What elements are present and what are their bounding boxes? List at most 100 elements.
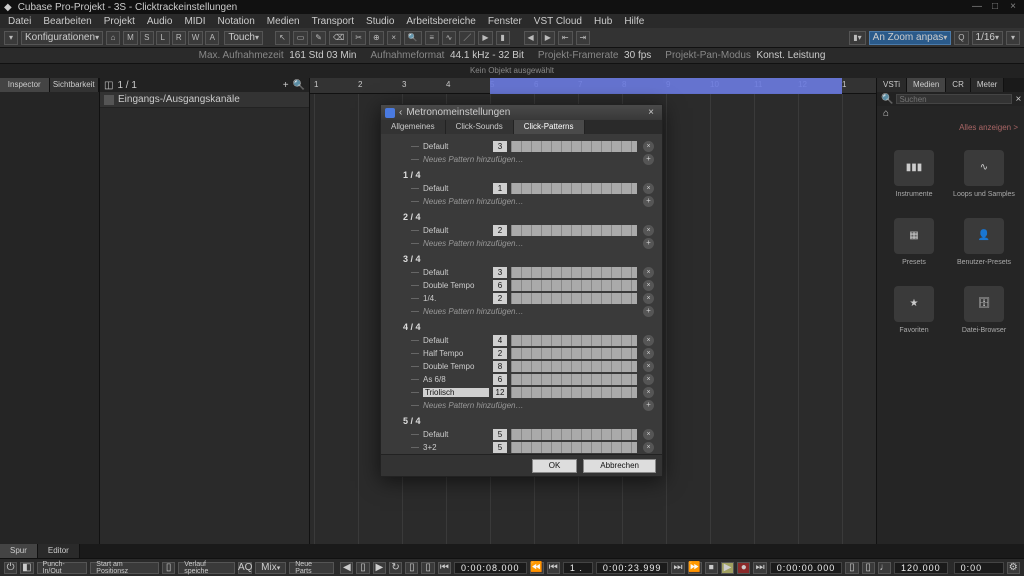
home-icon[interactable]: ⌂ xyxy=(106,31,120,45)
pattern-name[interactable]: 1/4. xyxy=(423,294,489,303)
pattern-count[interactable]: 5 xyxy=(493,429,507,440)
pattern-preview[interactable] xyxy=(511,442,637,453)
split-tool[interactable]: ✂ xyxy=(351,31,366,45)
menu-vst cloud[interactable]: VST Cloud xyxy=(528,16,588,27)
history-toggle[interactable]: ▾ xyxy=(4,31,18,45)
tab-inspector[interactable]: Inspector xyxy=(0,78,50,92)
add-pattern-row[interactable]: Neues Pattern hinzufügen…+ xyxy=(411,153,654,166)
zoom-preset[interactable]: An Zoom anpas▾ xyxy=(869,31,952,45)
glue-tool[interactable]: ⊕ xyxy=(369,31,384,45)
media-search-input[interactable] xyxy=(896,94,1012,104)
dialog-back-icon[interactable]: ‹ xyxy=(399,107,402,118)
delete-pattern-icon[interactable]: × xyxy=(643,183,654,194)
pattern-preview[interactable] xyxy=(511,141,637,152)
pattern-name[interactable]: 3+2 xyxy=(423,443,489,452)
pattern-row[interactable]: Default3× xyxy=(411,140,654,153)
color-tool[interactable]: ▮ xyxy=(496,31,510,45)
pattern-row[interactable]: 1/4.2× xyxy=(411,292,654,305)
add-pattern-icon[interactable]: + xyxy=(643,306,654,317)
menu-audio[interactable]: Audio xyxy=(141,16,179,27)
pattern-name[interactable]: Default xyxy=(423,430,489,439)
punch-button[interactable]: Punch-In/Out xyxy=(37,562,88,574)
tab-medien[interactable]: Medien xyxy=(907,78,946,92)
delete-pattern-icon[interactable]: × xyxy=(643,225,654,236)
start-mode-button[interactable]: Start am Positionsz xyxy=(90,562,159,574)
record-icon[interactable]: ● xyxy=(737,562,750,574)
mute-tool[interactable]: × xyxy=(387,31,401,45)
erase-tool[interactable]: ⌫ xyxy=(329,31,348,45)
add-pattern-row[interactable]: Neues Pattern hinzufügen…+ xyxy=(411,237,654,250)
pattern-row[interactable]: As 6/86× xyxy=(411,373,654,386)
dialog-tab-0[interactable]: Allgemeines xyxy=(381,120,446,134)
dialog-tab-1[interactable]: Click-Sounds xyxy=(446,120,514,134)
pattern-count[interactable]: 12 xyxy=(493,387,507,398)
show-all-link[interactable]: Alles anzeigen > xyxy=(877,120,1024,134)
range-tool[interactable]: ▭ xyxy=(293,31,309,45)
pattern-preview[interactable] xyxy=(511,361,637,372)
pattern-count[interactable]: 6 xyxy=(493,280,507,291)
pattern-count[interactable]: 1 xyxy=(493,183,507,194)
media-tile-userp[interactable]: 👤Benutzer-Presets xyxy=(951,210,1017,274)
zoom-tool[interactable]: 🔍 xyxy=(404,31,422,45)
config-dropdown[interactable]: Konfigurationen ▾ xyxy=(21,31,103,45)
delete-pattern-icon[interactable]: × xyxy=(643,361,654,372)
sync-icon[interactable]: ▯ xyxy=(845,562,858,574)
add-pattern-row[interactable]: Neues Pattern hinzufügen…+ xyxy=(411,195,654,208)
pattern-name[interactable]: Double Tempo xyxy=(423,362,489,371)
delete-pattern-icon[interactable]: × xyxy=(643,348,654,359)
menu-fenster[interactable]: Fenster xyxy=(482,16,528,27)
aq-button[interactable]: AQ xyxy=(238,562,252,574)
menu-bearbeiten[interactable]: Bearbeiten xyxy=(37,16,97,27)
add-track-icon[interactable]: + xyxy=(283,80,289,91)
pattern-name[interactable]: Half Tempo xyxy=(423,349,489,358)
add-pattern-icon[interactable]: + xyxy=(643,400,654,411)
pattern-count[interactable]: 4 xyxy=(493,335,507,346)
tab-vsti[interactable]: VSTi xyxy=(877,78,907,92)
pattern-preview[interactable] xyxy=(511,348,637,359)
tab-editor[interactable]: Editor xyxy=(38,544,80,558)
media-tile-instr[interactable]: ▮▮▮Instrumente xyxy=(881,142,947,206)
tab-sichtbarkeit[interactable]: Sichtbarkeit xyxy=(50,78,100,92)
cursor-tool[interactable]: ↖ xyxy=(275,31,290,45)
click-icon[interactable]: ▯ xyxy=(862,562,875,574)
menu-datei[interactable]: Datei xyxy=(2,16,37,27)
pattern-name[interactable]: Default xyxy=(423,226,489,235)
menu-notation[interactable]: Notation xyxy=(212,16,261,27)
pattern-preview[interactable] xyxy=(511,183,637,194)
cycle-icon[interactable]: ↻ xyxy=(389,562,402,574)
menu-medien[interactable]: Medien xyxy=(261,16,306,27)
pattern-name[interactable]: Default xyxy=(423,142,489,151)
pattern-row[interactable]: Triolisch12× xyxy=(411,386,654,399)
mix-button[interactable]: Mix▾ xyxy=(255,562,286,574)
goto-start-icon[interactable]: ⏮ xyxy=(438,562,451,574)
delete-pattern-icon[interactable]: × xyxy=(643,293,654,304)
constrain-icon[interactable]: ◧ xyxy=(20,562,33,574)
menu-transport[interactable]: Transport xyxy=(306,16,360,27)
prev-icon[interactable]: ⏮ xyxy=(547,562,560,574)
menu-hilfe[interactable]: Hilfe xyxy=(618,16,650,27)
pattern-name[interactable]: Default xyxy=(423,336,489,345)
toolbar-l[interactable]: L xyxy=(156,31,170,45)
marker-next-icon[interactable]: ▯ xyxy=(421,562,434,574)
maximize-button[interactable]: □ xyxy=(988,2,1002,12)
settings-icon[interactable]: ⚙ xyxy=(1007,562,1020,574)
delete-pattern-icon[interactable]: × xyxy=(643,429,654,440)
toolbar-w[interactable]: W xyxy=(188,31,204,45)
track-row[interactable]: Eingangs-/Ausgangskanäle xyxy=(100,92,309,108)
delete-pattern-icon[interactable]: × xyxy=(643,374,654,385)
add-pattern-row[interactable]: Neues Pattern hinzufügen…+ xyxy=(411,305,654,318)
quantize-label[interactable]: Q xyxy=(954,31,968,45)
position-time-display[interactable]: 0:00:23.999 xyxy=(596,562,669,574)
pattern-preview[interactable] xyxy=(511,280,637,291)
draw-tool[interactable]: ✎ xyxy=(311,31,326,45)
pattern-name[interactable]: Default xyxy=(423,268,489,277)
rewind-icon[interactable]: ⏪ xyxy=(530,562,544,574)
pattern-row[interactable]: Default4× xyxy=(411,334,654,347)
trim-end[interactable]: ⇥ xyxy=(576,31,591,45)
pattern-row[interactable]: Default 5 × xyxy=(411,428,654,441)
pattern-count[interactable]: 6 xyxy=(493,374,507,385)
track-search-icon[interactable]: 🔍 xyxy=(293,80,305,91)
tab-meter[interactable]: Meter xyxy=(971,78,1004,92)
new-parts-button[interactable]: Neue Parts xyxy=(289,562,334,574)
touch-mode[interactable]: Touch ▾ xyxy=(224,31,263,45)
